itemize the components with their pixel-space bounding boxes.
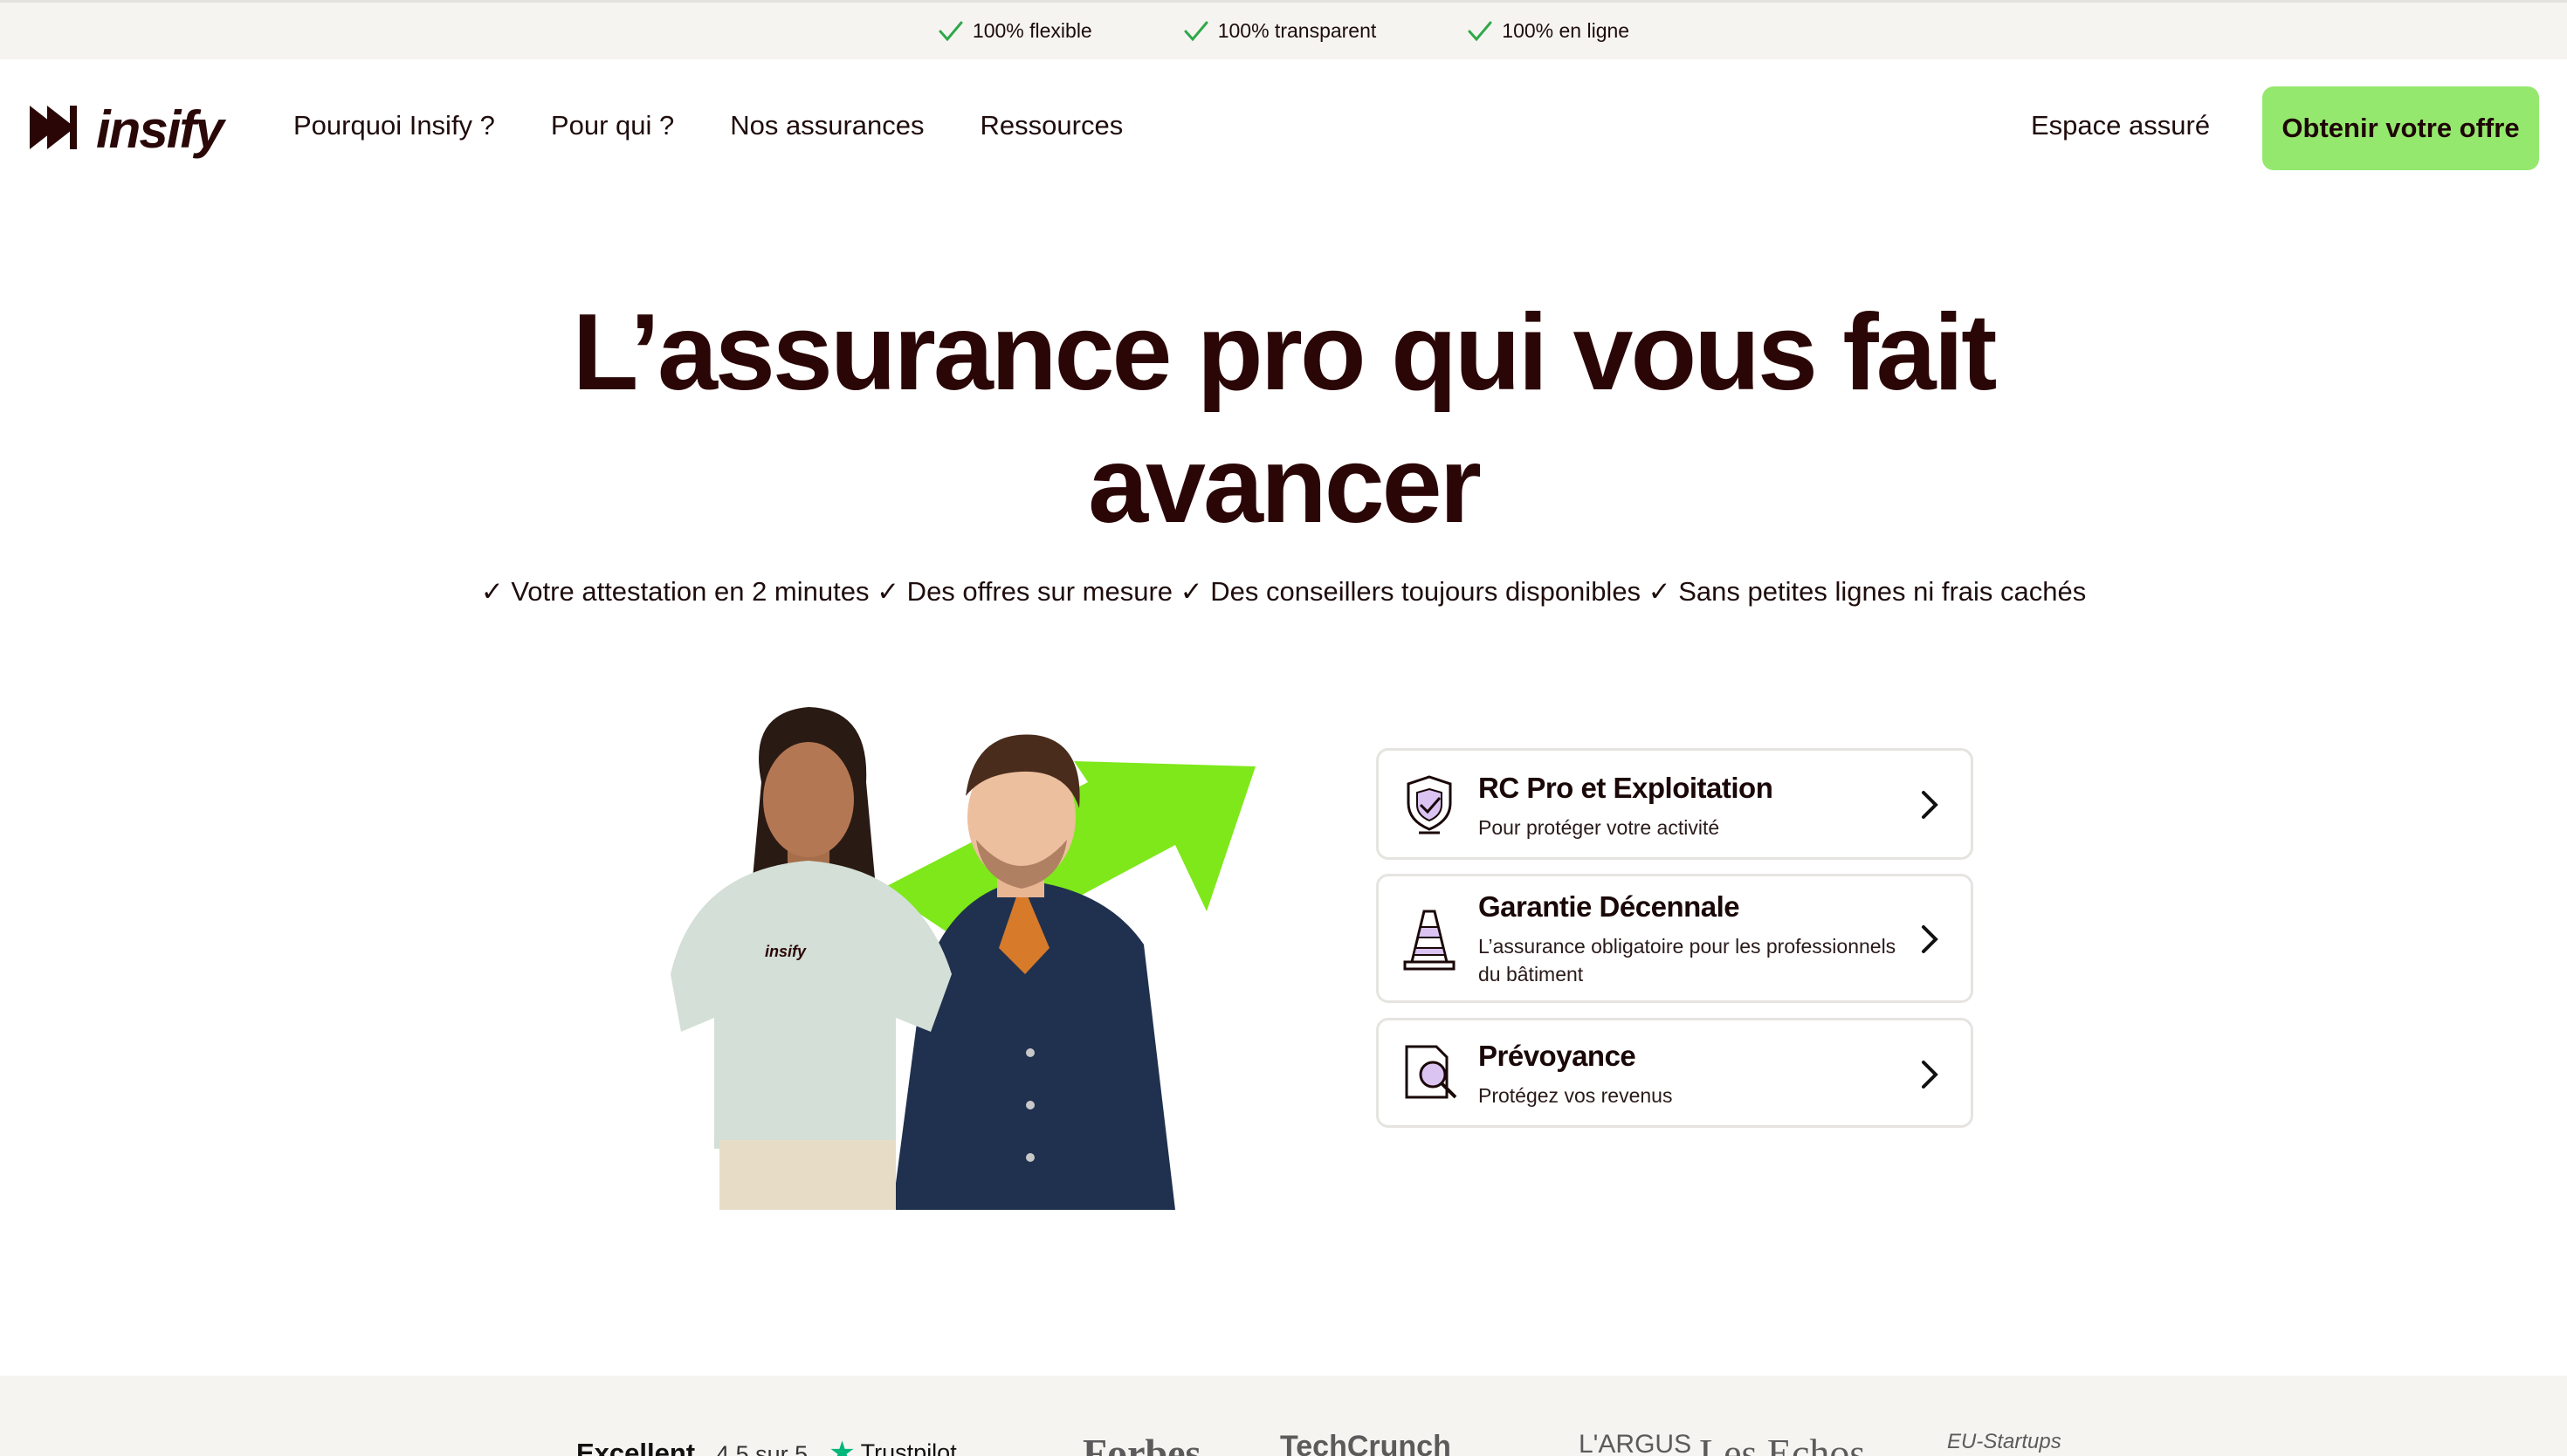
get-offer-button[interactable]: Obtenir votre offre [2262, 86, 2539, 170]
chevron-right-icon [1920, 789, 1939, 825]
usp-label: 100% en ligne [1502, 19, 1630, 42]
brand-wordmark: insify [96, 100, 224, 159]
rating-score: 4.5 sur 5 [716, 1441, 809, 1456]
card-title: Prévoyance [1478, 1040, 1636, 1072]
card-prevoyance[interactable]: Prévoyance Protégez vos revenus [1376, 1018, 1973, 1128]
trustpilot-label: Trustpilot [860, 1439, 957, 1456]
press-logo-techcrunch: TechCrunch [1280, 1430, 1451, 1456]
card-rc-pro[interactable]: RC Pro et Exploitation Pour protéger vot… [1376, 748, 1973, 860]
brand-logo[interactable]: insify [28, 100, 224, 160]
fast-forward-logo-icon [28, 102, 79, 157]
card-title: RC Pro et Exploitation [1478, 772, 1773, 804]
trustpilot-rating[interactable]: Excellent 4.5 sur 5 ★ Trustpilot [576, 1435, 957, 1456]
card-description: Protégez vos revenus [1478, 1084, 1673, 1107]
usp-item: 100% transparent [1183, 19, 1377, 43]
shirt-logo: insify [765, 943, 807, 960]
shield-check-icon [1401, 773, 1457, 839]
menu-item-why-insify[interactable]: Pourquoi Insify ? [293, 110, 495, 141]
press-logo-largus: L'ARGUS [1579, 1430, 1692, 1456]
card-description: L’assurance obligatoire pour les profess… [1478, 935, 1896, 986]
press-logo-eu-startups: EU-Startups [1947, 1430, 2061, 1453]
press-logo-forbes: Forbes [1083, 1431, 1201, 1456]
card-title: Garantie Décennale [1478, 890, 1740, 923]
primary-menu: Pourquoi Insify ? Pour qui ? Nos assuran… [293, 110, 1123, 141]
hero-benefits: ✓ Votre attestation en 2 minutes ✓ Des o… [480, 576, 2087, 607]
usp-strip: 100% flexible 100% transparent 100% en l… [0, 0, 2567, 59]
hero-people-image: insify [599, 686, 1263, 1210]
menu-item-resources[interactable]: Ressources [981, 110, 1124, 141]
main-navigation: insify Pourquoi Insify ? Pour qui ? Nos … [0, 59, 2567, 199]
traffic-cone-icon [1401, 906, 1457, 977]
rating-label: Excellent [576, 1438, 696, 1456]
usp-label: 100% transparent [1217, 19, 1377, 42]
chevron-right-icon [1920, 924, 1939, 959]
check-icon [938, 20, 964, 43]
card-description: Pour protéger votre activité [1478, 816, 1720, 839]
chevron-right-icon [1920, 1059, 1939, 1095]
menu-item-insurances[interactable]: Nos assurances [730, 110, 924, 141]
check-icon [1183, 20, 1209, 43]
check-icon [1467, 20, 1493, 43]
usp-item: 100% flexible [938, 19, 1092, 43]
document-magnifier-icon [1401, 1043, 1461, 1107]
usp-item: 100% en ligne [1467, 19, 1629, 43]
menu-item-for-whom[interactable]: Pour qui ? [551, 110, 674, 141]
account-space-link[interactable]: Espace assuré [2031, 110, 2210, 141]
usp-label: 100% flexible [972, 19, 1092, 42]
press-logo-les-echos: Les Echos [1699, 1431, 1866, 1456]
hero-title: L’assurance pro qui vous fait avancer [572, 292, 1998, 546]
star-icon: ★ [829, 1436, 856, 1456]
trust-band: Excellent 4.5 sur 5 ★ Trustpilot Forbes … [0, 1376, 2567, 1456]
card-garantie-decennale[interactable]: Garantie Décennale L’assurance obligatoi… [1376, 874, 1973, 1003]
trustpilot-logo: ★ Trustpilot [829, 1435, 957, 1456]
